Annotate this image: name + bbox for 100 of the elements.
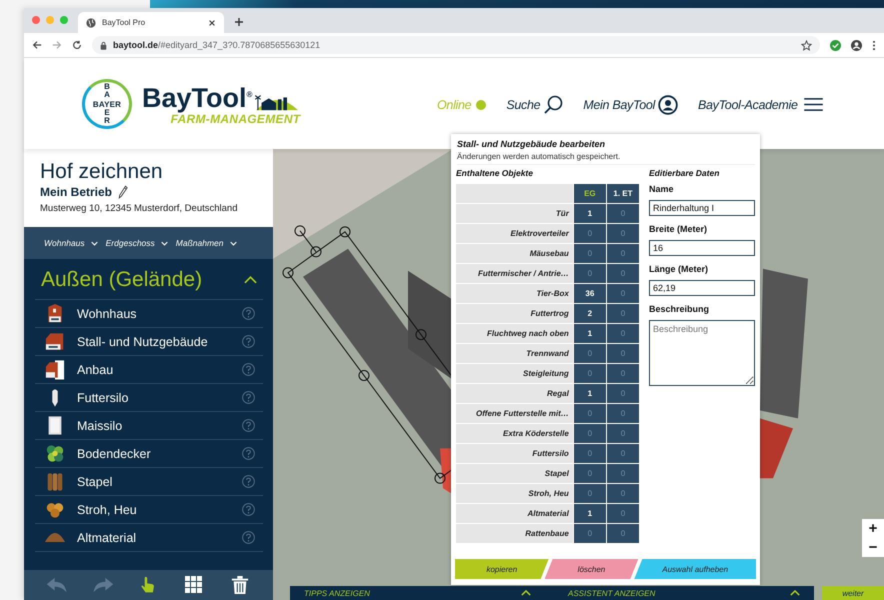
more-icon[interactable] [872, 40, 876, 50]
count-cell: 36 [574, 284, 606, 303]
help-icon[interactable] [242, 307, 255, 320]
globe-icon [86, 18, 96, 28]
count-cell: 0 [606, 484, 639, 503]
object-label-cell: Offene Futterstelle mit… [456, 404, 573, 423]
object-list-item[interactable]: Bodendecker [35, 440, 263, 468]
count-cell: 0 [606, 384, 639, 403]
count-cell: 0 [574, 364, 606, 383]
count-cell: 0 [574, 344, 606, 363]
help-icon[interactable] [242, 475, 255, 488]
chevron-icon[interactable] [244, 276, 257, 284]
chevron-down-icon[interactable] [230, 240, 236, 246]
check-icon[interactable] [830, 40, 841, 50]
bookmark-star-icon[interactable] [801, 40, 812, 50]
log-stack-icon [45, 471, 65, 492]
text-field[interactable]: 16 [649, 240, 755, 256]
count-cell: 1 [574, 324, 606, 343]
count-cell: 0 [606, 244, 639, 263]
object-list-item[interactable]: Stapel [35, 468, 263, 496]
back-icon[interactable] [32, 40, 42, 50]
field-label: Breite (Meter) [649, 224, 708, 234]
filter-dropdown[interactable]: Wohnhaus [44, 238, 98, 248]
object-list-item[interactable]: Altmaterial [35, 524, 263, 552]
count-cell: 0 [606, 364, 639, 383]
close-tab-icon[interactable] [208, 18, 216, 26]
object-list-item[interactable]: Maissilo [35, 412, 263, 440]
chevron-up-icon[interactable] [790, 590, 800, 596]
brand-name: BayTool$^{®}$ [142, 82, 252, 112]
chevron-up-icon[interactable] [521, 590, 531, 596]
help-icon[interactable] [242, 363, 255, 376]
chevron-down-icon[interactable] [90, 240, 98, 246]
count-cell: 0 [606, 464, 639, 483]
field-label: Name [649, 184, 675, 194]
count-cell: 2 [574, 304, 606, 323]
description-field[interactable]: Beschreibung [649, 320, 755, 386]
text-field[interactable]: 62,19 [649, 280, 755, 296]
search-link[interactable]: Suche [506, 98, 540, 112]
barn-icon [45, 331, 65, 352]
count-cell: 1 [574, 204, 606, 223]
action-button[interactable]: löschen [544, 559, 638, 579]
count-cell: 0 [606, 504, 639, 523]
objects-heading: Enthaltene Objekte [456, 168, 534, 178]
count-cell: 0 [574, 524, 606, 543]
help-icon[interactable] [242, 531, 255, 544]
new-tab-icon[interactable] [234, 17, 244, 27]
object-list-item[interactable]: Stroh, Heu [35, 496, 263, 524]
count-cell: 0 [606, 224, 639, 243]
count-cell: 1 [574, 384, 606, 403]
action-button[interactable]: Auswahl aufheben [634, 559, 756, 579]
dialog-title: Stall- und Nutzgebäude bearbeiten [457, 139, 606, 149]
user-icon[interactable] [658, 94, 678, 114]
building-roof[interactable] [408, 270, 451, 378]
object-list-item[interactable]: Futtersilo [35, 384, 263, 412]
assistant-bar[interactable]: ASSISTENT ANZEIGEN [545, 586, 814, 600]
next-button[interactable]: weiter [822, 586, 884, 600]
object-label-cell: Futtertrog [456, 304, 573, 323]
pencil-icon[interactable] [118, 185, 128, 199]
floor-tab[interactable]: EG [574, 184, 606, 203]
action-button[interactable]: kopieren [455, 559, 549, 579]
academy-link[interactable]: BayTool-Academie [698, 98, 798, 112]
chevron-down-icon[interactable] [160, 240, 168, 246]
help-icon[interactable] [242, 335, 255, 348]
help-icon[interactable] [242, 503, 255, 516]
address-field[interactable]: baytool.de/#edityard_347_3?0.7870685655630121 [92, 36, 820, 54]
tab-title: BayTool Pro [102, 18, 146, 27]
help-icon[interactable] [242, 391, 255, 404]
count-cell: 0 [574, 444, 606, 463]
count-cell: 0 [606, 424, 639, 443]
object-label-cell: Futtersilo [456, 444, 573, 463]
field-label: Länge (Meter) [649, 264, 710, 274]
filter-dropdown[interactable]: Erdgeschoss [106, 238, 168, 248]
count-cell: 0 [606, 204, 639, 223]
farm-address: Musterweg 10, 12345 Musterdorf, Deutschland [40, 203, 238, 214]
filter-dropdown[interactable]: Maßnahmen [176, 238, 236, 248]
browser-tab[interactable]: BayTool Pro [78, 12, 224, 33]
tips-bar[interactable]: TIPPS ANZEIGEN [290, 586, 545, 600]
help-icon[interactable] [242, 447, 255, 460]
text-field[interactable]: Rinderhaltung I [649, 200, 755, 216]
object-list-item[interactable]: Stall- und Nutzgebäude [35, 328, 263, 356]
search-icon[interactable] [543, 94, 564, 114]
tips-label[interactable]: TIPPS ANZEIGEN [304, 588, 370, 598]
count-cell: 0 [574, 224, 606, 243]
building-roof[interactable] [440, 448, 451, 494]
help-icon[interactable] [242, 419, 255, 432]
object-list-item[interactable]: Wohnhaus [35, 300, 263, 328]
section-title[interactable]: Außen (Gelände) [41, 268, 202, 292]
floor-tab[interactable]: 1. ET [606, 184, 639, 203]
object-label-cell: Fluchtweg nach oben [456, 324, 573, 343]
page-title: Hof zeichnen [40, 159, 164, 185]
account-link[interactable]: Mein BayTool [583, 98, 655, 112]
count-cell: 0 [606, 264, 639, 283]
reload-icon[interactable] [72, 40, 82, 50]
count-cell: 0 [574, 244, 606, 263]
profile-icon[interactable] [851, 40, 862, 50]
menu-icon[interactable] [804, 98, 823, 111]
count-cell: 0 [606, 524, 639, 543]
lock-icon [100, 40, 107, 50]
object-list-item[interactable]: Anbau [35, 356, 263, 384]
assistant-label[interactable]: ASSISTENT ANZEIGEN [568, 588, 656, 598]
